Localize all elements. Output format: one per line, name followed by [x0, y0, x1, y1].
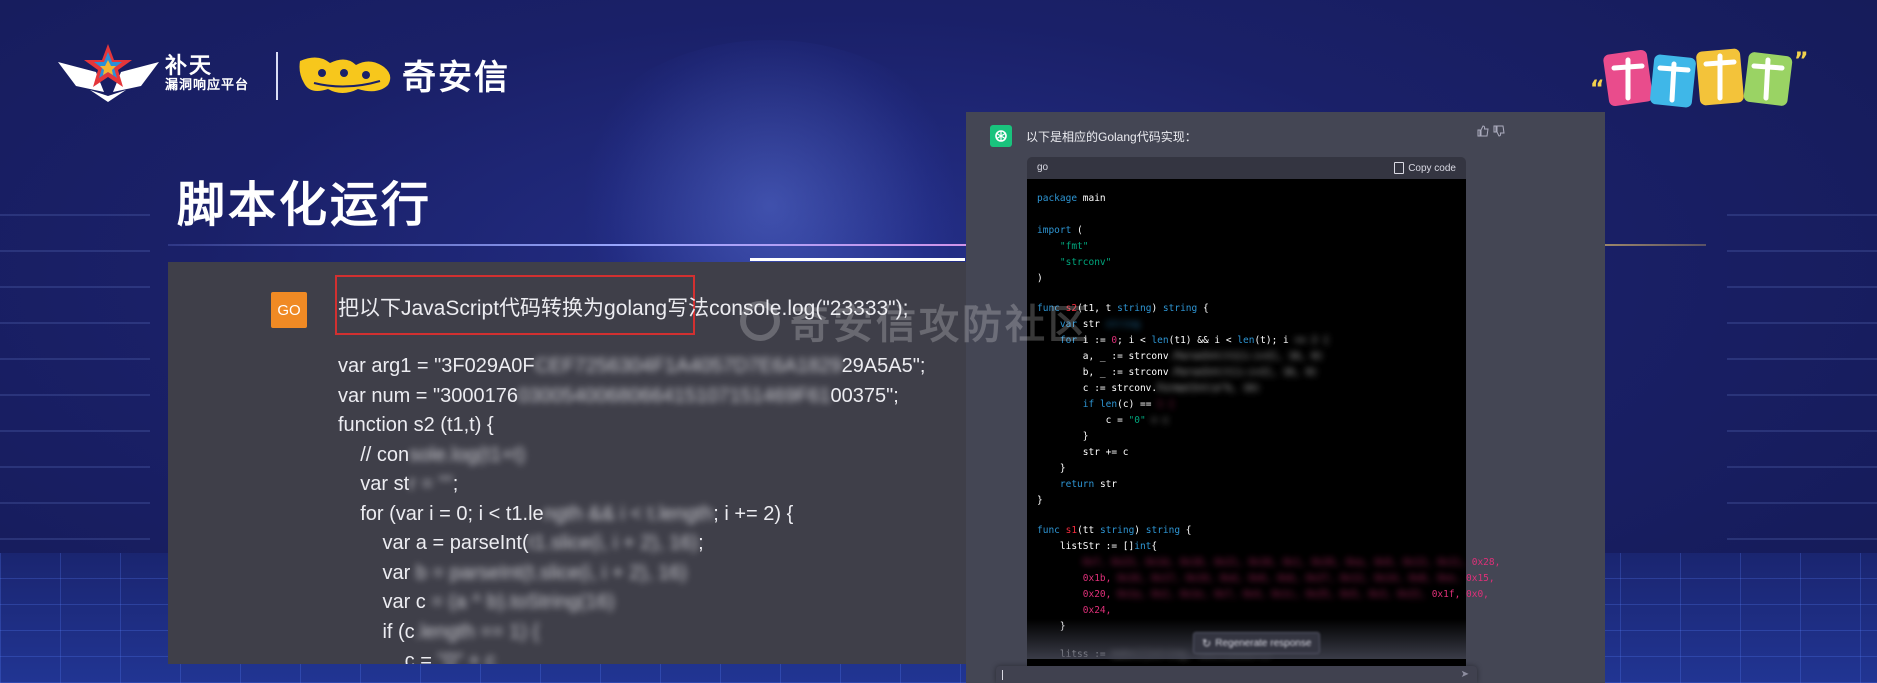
- code-line: 0x20, 0x1a, 0x2, 0x1e, 0x7, 0x4, 0x1c, 0…: [1082, 589, 1489, 600]
- refresh-icon: ↻: [1202, 637, 1212, 650]
- code-line: }: [1037, 495, 1043, 506]
- code-line: ): [1037, 273, 1043, 284]
- code-line: var num = "30001760300540068066415107151…: [338, 382, 925, 412]
- blurred-code: .length == 1) {: [414, 620, 540, 643]
- text-cursor: [1002, 670, 1003, 680]
- blurred-code: b = parseInt(t.slice(i, i + 2), 16): [415, 561, 688, 584]
- code-line: str += c: [1037, 447, 1129, 458]
- code-line: var arg1 = "3F029A0FCEF7256304F1A4057D7E…: [338, 352, 925, 382]
- code-line: var c = (a ^ b).toString(16): [338, 588, 925, 618]
- go-code-block: package main import ( "fmt" "strconv" ) …: [1027, 179, 1500, 683]
- butian-subtitle: 漏洞响应平台: [165, 76, 250, 92]
- code-text: var a = parseInt(: [338, 532, 529, 554]
- blurred-code: "0" + c: [437, 650, 496, 664]
- code-text: c =: [338, 650, 438, 664]
- code-line: 0xf, 0x23, 0x1d, 0x18, 0x21, 0x10, 0x1, …: [1082, 557, 1501, 568]
- code-line: "fmt": [1059, 241, 1089, 252]
- decorative-strip: [750, 258, 965, 261]
- slide-title: 脚本化运行: [177, 179, 433, 232]
- butian-logo: 补天 漏洞响应平台: [56, 42, 249, 104]
- code-text: var c: [338, 591, 426, 613]
- svg-text:“: “: [1590, 77, 1604, 102]
- growth-badge-icon: “ ”: [1590, 48, 1808, 108]
- code-text: 29A5A5";: [841, 355, 926, 377]
- code-line: if (c.length == 1) {: [338, 618, 925, 648]
- code-text: function s2 (t1,t) {: [338, 414, 494, 436]
- regenerate-response-button[interactable]: ↻ Regenerate response: [1193, 632, 1321, 654]
- butian-name: 补天: [165, 52, 214, 78]
- js-code-block: var arg1 = "3F029A0FCEF7256304F1A4057D7E…: [338, 352, 925, 664]
- watermark-text: 奇安信攻防社区: [790, 303, 1091, 347]
- code-text: ;: [698, 532, 704, 554]
- code-text: 00375";: [830, 384, 899, 407]
- code-text: if (c: [338, 620, 415, 643]
- thumb-up-icon[interactable]: [1477, 125, 1489, 137]
- code-line: var a = parseInt(t1.slice(i, i + 2), 16)…: [338, 529, 925, 559]
- blurred-code: r = "": [409, 473, 453, 495]
- code-language-label: go: [1037, 162, 1049, 173]
- code-line: var b = parseInt(t.slice(i, i + 2), 16): [338, 559, 925, 589]
- code-line: import (: [1037, 225, 1083, 236]
- user-avatar: GO: [271, 292, 307, 328]
- blurred-code: CEF7256304F1A4057D7E6A1829: [534, 355, 842, 377]
- code-line: c = "0" + c: [1037, 415, 1169, 426]
- code-line: }: [1037, 431, 1089, 442]
- code-line: for (var i = 0; i < t1.length && i < t.l…: [338, 500, 925, 530]
- qax-logo: 奇安信: [298, 50, 510, 99]
- blurred-code: ngth && i < t.length: [543, 502, 714, 525]
- code-line: }: [1037, 463, 1066, 474]
- code-line: 0x1b, 0x16, 0x17, 0x19, 0xd, 0x6, 0xb, 0…: [1082, 573, 1495, 584]
- code-line: if len(c) == 1 {: [1082, 399, 1175, 410]
- copy-code-label: Copy code: [1408, 162, 1456, 174]
- blurred-code: sole.log(t1+t): [409, 443, 526, 466]
- message-input[interactable]: ➤: [996, 666, 1477, 683]
- code-line: package main: [1037, 193, 1106, 204]
- regenerate-label: Regenerate response: [1215, 637, 1312, 649]
- blurred-code: = (a ^ b).toString(16): [425, 591, 615, 613]
- chatgpt-avatar: [990, 125, 1012, 147]
- code-text: var: [338, 561, 416, 584]
- copy-code-button[interactable]: Copy code: [1394, 162, 1456, 174]
- code-line: 0x24,: [1082, 605, 1112, 616]
- butian-star-wings-icon: [58, 44, 159, 102]
- code-text: for (var i = 0; i < t1.le: [338, 502, 544, 525]
- logo-divider: [276, 52, 278, 100]
- thumb-down-icon[interactable]: [1493, 125, 1505, 137]
- code-line: var str = "";: [338, 470, 925, 500]
- code-text: var st: [338, 473, 410, 495]
- answer-intro: 以下是相应的Golang代码实现：: [1026, 130, 1197, 144]
- chatgpt-answer-screenshot: 以下是相应的Golang代码实现： go Copy code package m…: [966, 112, 1605, 683]
- watermark-logo-icon: [740, 301, 780, 341]
- openai-logo-icon: [995, 130, 1007, 142]
- code-text: ; i += 2) {: [713, 502, 794, 525]
- circuit-decoration-right: [1727, 210, 1877, 540]
- watermark: 奇安信攻防社区: [740, 292, 1091, 350]
- code-line: c := strconv.FormatInt(a^b, 16): [1037, 383, 1261, 394]
- svg-text:”: ”: [1794, 49, 1808, 74]
- code-line: c = "0" + c: [338, 647, 925, 664]
- code-text: var num = "3000176: [338, 384, 518, 407]
- code-block-header: go Copy code: [1027, 157, 1466, 179]
- code-line: return str: [1059, 479, 1118, 490]
- blurred-code: t1.slice(i, i + 2), 16): [528, 532, 699, 554]
- code-line: b, _ := strconv.ParseInt(t[i:i+2], 16, 0…: [1037, 367, 1318, 378]
- code-line: a, _ := strconv.ParseInt(t1[i:i+2], 16, …: [1037, 351, 1323, 362]
- code-line: "strconv": [1059, 257, 1112, 268]
- code-line: func s1(tt string) string {: [1037, 525, 1192, 536]
- circuit-decoration-left: [0, 210, 150, 540]
- blurred-code: 0300540068066415107151469F61: [518, 384, 831, 407]
- qax-name: 奇安信: [402, 59, 510, 97]
- code-line: // console.log(t1+t): [338, 441, 925, 471]
- code-line: function s2 (t1,t) {: [338, 411, 925, 441]
- clipboard-icon: [1394, 162, 1405, 174]
- code-text: ;: [452, 473, 459, 495]
- qax-mascot-icon: [299, 56, 391, 93]
- code-line: listStr := []int{: [1037, 541, 1158, 552]
- send-icon[interactable]: ➤: [1461, 669, 1469, 680]
- code-text: var arg1 = "3F029A0F: [338, 355, 535, 377]
- code-text: // con: [338, 443, 410, 466]
